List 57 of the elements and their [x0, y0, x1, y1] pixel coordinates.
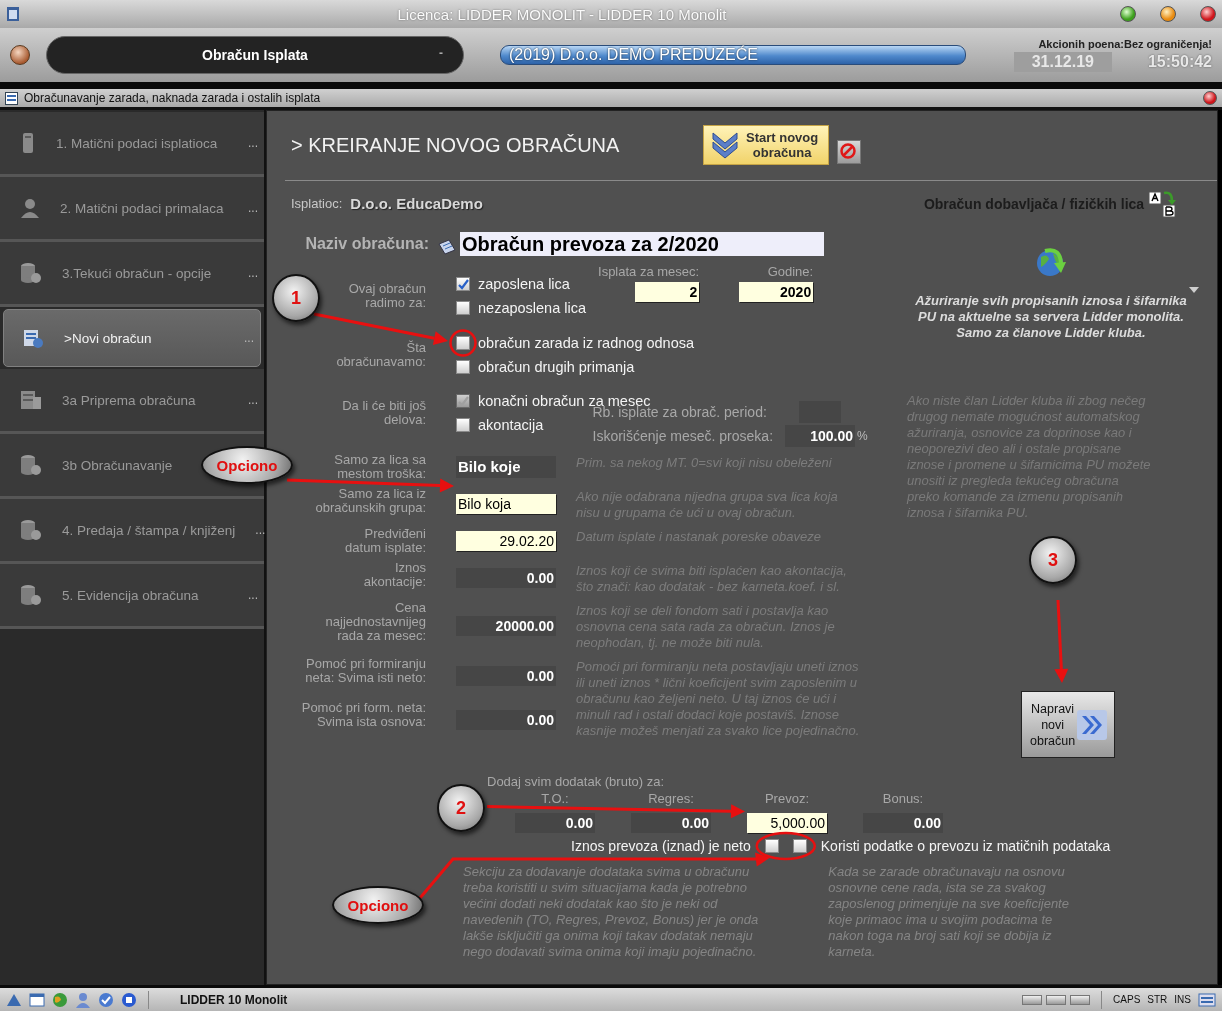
item-label: 3a Priprema obračuna: [62, 392, 196, 408]
points-label: Akcionih poena:Bez ograničenja!: [1038, 38, 1212, 50]
more-marker: ...: [248, 136, 258, 150]
field-label: Isplata za mesec:: [598, 264, 700, 279]
update-text: Ažuriranje svih propisanih iznosa i šifarnika PU na aktuelne sa servera Lidder monolita. Samo za članove Lidder kluba.: [915, 293, 1187, 341]
checkbox-label: Koristi podatke o prevozu iz matičnih podataka: [820, 838, 1111, 854]
checkbox-label: Iznos prevoza (iznad) je neto: [571, 838, 751, 854]
field-label: Isplatioc:: [291, 196, 343, 211]
field-label: Iskorišćenje meseč. proseka:: [592, 428, 774, 444]
app-name: LIDDER 10 Monolit: [180, 992, 288, 1007]
field-label: Pomoć pri form. neta: Svima ista osnova:: [301, 701, 426, 729]
field-label: Ovaj obračun radimo za:: [348, 282, 426, 310]
payer-name: D.o.o. EducaDemo: [350, 195, 483, 212]
checkbox-label: akontacija: [478, 417, 544, 433]
key-indicator: INS: [1174, 994, 1191, 1005]
field-label: Šta obračunavamo:: [336, 341, 426, 369]
column-label: T.O.:: [540, 791, 570, 806]
field-label: Cena najjednostavnijeg rada za mesec:: [325, 601, 426, 643]
clock-label: 15:50:42: [1147, 53, 1212, 71]
field-label: Pomoć pri formiranju neta: Svima isti neto:: [305, 657, 426, 685]
column-label: Regres:: [647, 791, 695, 806]
field-label: Samo za lica sa mestom troška:: [334, 453, 426, 481]
field-label: Da li će biti još delova:: [342, 399, 426, 427]
item-label: >Novi obračun: [64, 330, 152, 346]
company-bar: (2019) D.o.o. DEMO PREDUZEĆE: [500, 45, 966, 65]
more-marker: ...: [244, 331, 254, 345]
page-heading: > KREIRANJE NOVOG OBRAČUNA: [291, 133, 621, 157]
unit-label: %: [857, 429, 868, 443]
checkbox-label: zaposlena lica: [478, 276, 570, 292]
subwindow-title: Obračunavanje zarada, naknada zarada i ostalih isplata: [24, 91, 322, 105]
checkbox-label: obračun drugih primanja: [478, 359, 635, 375]
checkbox-label: nezaposlena lica: [478, 300, 587, 316]
more-marker: ...: [248, 266, 258, 280]
more-marker: ...: [248, 201, 258, 215]
window-title: Licenca: LIDDER MONOLIT - LIDDER 10 Monolit: [396, 5, 728, 23]
field-label: Naziv obračuna:: [304, 235, 429, 253]
more-marker: ...: [248, 588, 258, 602]
section-label: Dodaj svim dodatak (bruto) za:: [487, 774, 666, 789]
more-marker: ...: [248, 393, 258, 407]
item-label: 2. Matični podaci primalaca: [60, 200, 224, 216]
field-label: Samo za lica iz obračunskih grupa:: [315, 487, 426, 515]
item-label: 1. Matični podaci isplatioca: [56, 135, 218, 151]
item-label: 5. Evidencija obračuna: [62, 587, 199, 603]
more-marker: ...: [255, 523, 266, 537]
dropdown-marker: -: [439, 46, 443, 60]
field-label: Predviđeni datum isplate:: [345, 527, 426, 555]
field-label: Iznos akontacije:: [363, 561, 426, 589]
field-label: Godine:: [767, 264, 814, 279]
column-label: Prevoz:: [763, 791, 811, 806]
item-label: 3.Tekući obračun - opcije: [62, 265, 212, 281]
checkbox-label: obračun zarada iz radnog odnosa: [478, 335, 695, 351]
date-box: 31.12.19: [1013, 52, 1112, 72]
key-indicator: CAPS: [1113, 994, 1141, 1005]
column-label: Bonus:: [881, 791, 925, 806]
item-label: 4. Predaja / štampa / knjiženj: [62, 522, 236, 538]
item-label: 3b Obračunavanje: [62, 457, 173, 473]
key-indicator: STR: [1147, 994, 1168, 1005]
